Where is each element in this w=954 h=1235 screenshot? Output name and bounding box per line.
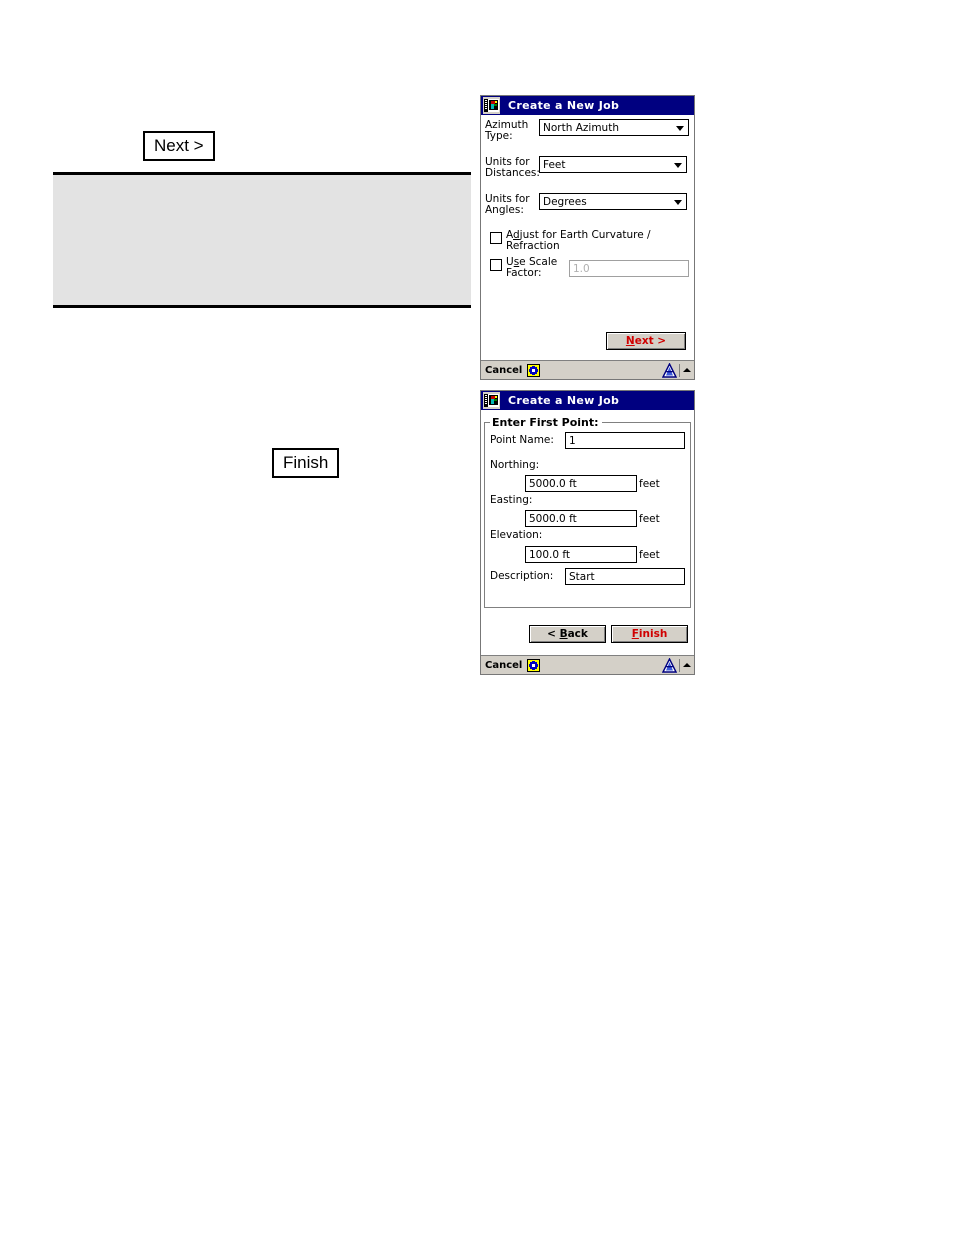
dialog-title: Create a New Job — [508, 394, 620, 407]
titlebar: Create a New Job — [481, 391, 694, 410]
new-star-icon[interactable] — [527, 363, 541, 377]
point-name-label: Point Name: — [490, 434, 554, 446]
dialog-client-area: Enter First Point: Point Name: 1 Northin… — [481, 410, 694, 655]
earth-curvature-label: Adjust for Earth Curvature / Refraction — [506, 229, 651, 252]
units-distances-label: Units for Distances: — [485, 156, 540, 179]
statusbar-divider — [679, 658, 680, 672]
units-angles-combobox[interactable]: Degrees — [539, 193, 687, 210]
doc-reference-next-label: Next > — [143, 131, 215, 161]
doc-reference-finish-label: Finish — [272, 448, 340, 478]
chevron-down-icon[interactable] — [671, 157, 686, 172]
create-new-job-dialog-first-point: Create a New Job Enter First Point: Poin… — [480, 390, 695, 675]
surveying-instrument-icon — [483, 392, 500, 409]
point-name-input[interactable]: 1 — [565, 432, 685, 449]
northing-input[interactable]: 5000.0 ft — [525, 475, 637, 492]
azimuth-type-value: North Azimuth — [543, 121, 619, 134]
use-scale-factor-label: Use Scale Factor: — [506, 256, 558, 279]
cancel-button[interactable]: Cancel — [481, 660, 522, 671]
statusbar: Cancel — [481, 655, 694, 674]
northing-unit-suffix: feet — [639, 478, 660, 490]
description-input[interactable]: Start — [565, 568, 685, 585]
chevron-down-icon[interactable] — [671, 194, 686, 209]
earth-curvature-checkbox[interactable] — [490, 232, 502, 244]
create-new-job-dialog-units: Create a New Job Azimuth Type: North Azi… — [480, 95, 695, 380]
groupbox-caption: Enter First Point: — [490, 416, 602, 429]
input-panel-icon[interactable] — [662, 657, 677, 673]
use-scale-factor-checkbox[interactable] — [490, 259, 502, 271]
input-panel-icon[interactable] — [662, 362, 677, 378]
elevation-label: Elevation: — [490, 529, 543, 541]
scale-factor-input: 1.0 — [569, 260, 689, 277]
azimuth-type-label: Azimuth Type: — [485, 119, 529, 142]
next-button[interactable]: Next > — [606, 332, 686, 350]
new-star-icon[interactable] — [527, 658, 541, 672]
units-distances-value: Feet — [543, 158, 566, 171]
surveying-instrument-icon — [483, 97, 500, 114]
chevron-up-icon[interactable] — [682, 364, 691, 377]
units-distances-combobox[interactable]: Feet — [539, 156, 687, 173]
statusbar-divider — [679, 363, 680, 377]
units-angles-value: Degrees — [543, 195, 587, 208]
cancel-button[interactable]: Cancel — [481, 365, 522, 376]
easting-unit-suffix: feet — [639, 513, 660, 525]
dialog-client-area: Azimuth Type: North Azimuth Units for Di… — [481, 115, 694, 360]
elevation-unit-suffix: feet — [639, 549, 660, 561]
units-angles-label: Units for Angles: — [485, 193, 530, 216]
finish-button[interactable]: Finish — [611, 625, 688, 643]
statusbar: Cancel — [481, 360, 694, 379]
doc-gray-callout-block — [53, 172, 471, 308]
azimuth-type-combobox[interactable]: North Azimuth — [539, 119, 689, 136]
dialog-title: Create a New Job — [508, 99, 620, 112]
chevron-up-icon[interactable] — [682, 659, 691, 672]
back-button[interactable]: < Back — [529, 625, 606, 643]
elevation-input[interactable]: 100.0 ft — [525, 546, 637, 563]
description-label: Description: — [490, 570, 554, 582]
northing-label: Northing: — [490, 459, 540, 471]
easting-input[interactable]: 5000.0 ft — [525, 510, 637, 527]
titlebar: Create a New Job — [481, 96, 694, 115]
easting-label: Easting: — [490, 494, 533, 506]
chevron-down-icon[interactable] — [673, 120, 688, 135]
